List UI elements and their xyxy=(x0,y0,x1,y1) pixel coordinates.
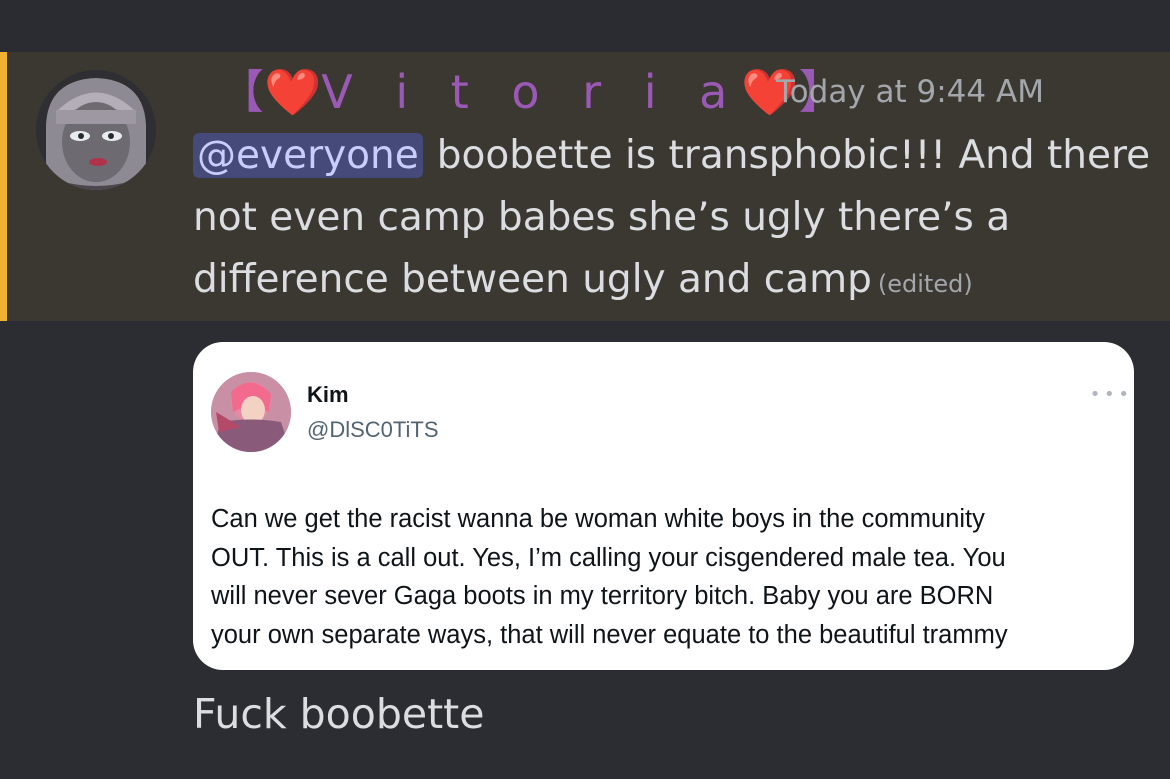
heart-left-icon: ❤️ xyxy=(264,65,322,119)
bracket-open: 【 xyxy=(218,65,264,119)
author-name-letters: V i t o r i a xyxy=(321,65,742,119)
ellipsis-icon: • • • xyxy=(1089,384,1129,405)
tweet-text: Can we get the racist wanna be woman whi… xyxy=(211,500,1131,654)
tweet-avatar-image xyxy=(211,372,291,452)
everyone-mention[interactable]: @everyone xyxy=(193,133,423,178)
tweet-text-line: your own separate ways, that will never … xyxy=(211,620,1008,649)
avatar-image xyxy=(36,70,156,190)
edited-label[interactable]: (edited) xyxy=(878,270,973,298)
followup-message: Fuck boobette xyxy=(193,690,485,738)
message-content: @everyone boobette is transphobic!!! And … xyxy=(193,125,1153,315)
tweet-text-line: Can we get the racist wanna be woman whi… xyxy=(211,505,985,533)
tweet-screenshot-attachment[interactable]: Kim @DlSC0TiTS • • • Can we get the raci… xyxy=(193,342,1134,670)
tweet-text-line: OUT. This is a call out. Yes, I’m callin… xyxy=(211,543,1006,572)
previous-message-area xyxy=(0,0,1170,52)
tweet-text-line: will never sever Gaga boots in my territ… xyxy=(211,582,994,610)
user-avatar[interactable] xyxy=(36,70,156,190)
tweet-author-avatar xyxy=(211,372,291,452)
tweet-author-name: Kim xyxy=(307,382,349,407)
author-name[interactable]: 【❤️V i t o r i a❤️】 xyxy=(218,56,845,126)
tweet-author-handle: @DlSC0TiTS xyxy=(307,417,439,442)
message-timestamp[interactable]: Today at 9:44 AM xyxy=(776,74,1044,110)
mention-indicator-bar xyxy=(0,52,7,321)
